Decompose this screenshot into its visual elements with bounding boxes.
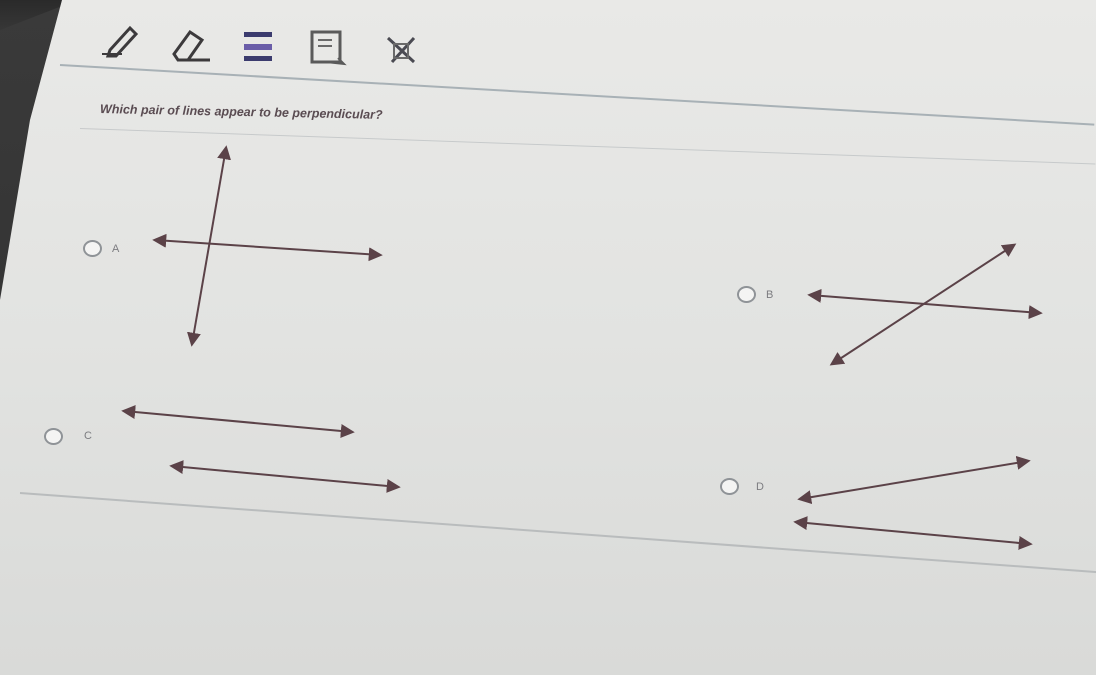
choice-d-horizontal-line [793, 516, 1033, 550]
choice-c-bottom-line [169, 460, 401, 493]
choice-a-figure [152, 145, 383, 347]
choice-a-horizontal-line [152, 233, 383, 262]
choice-c-top-line [121, 405, 355, 438]
line-figures [121, 145, 1043, 550]
choice-c-figure [121, 405, 401, 493]
choice-b-diagonal-line [829, 243, 1017, 366]
choice-d-slanted-line [797, 455, 1031, 505]
choice-b-figure [807, 243, 1043, 366]
choice-d-figure [793, 455, 1033, 550]
choice-a-vertical-line [187, 145, 231, 347]
